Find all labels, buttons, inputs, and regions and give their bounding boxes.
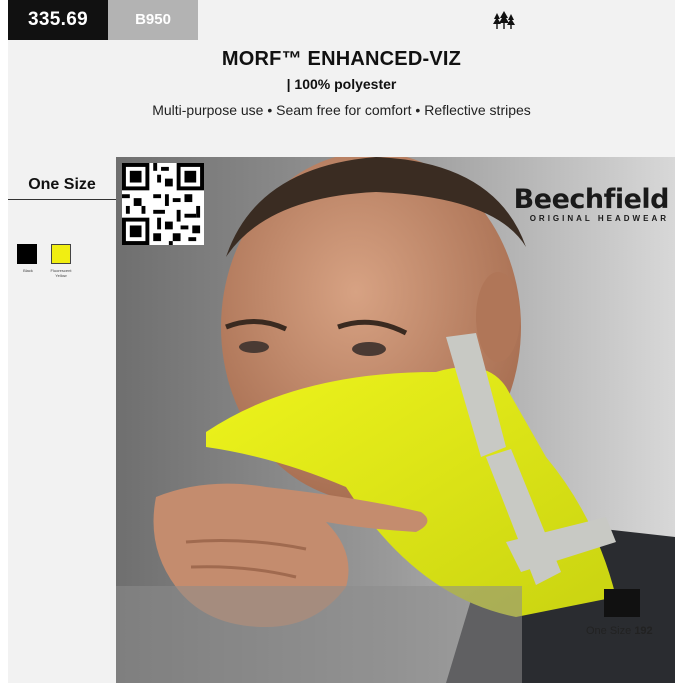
stock-info: One Size 192 <box>586 625 653 637</box>
divider <box>8 199 116 200</box>
size-label: One Size <box>28 176 96 193</box>
swatch-label: Fluorescent Yellow <box>50 268 72 278</box>
product-title: MORF™ ENHANCED-VIZ <box>221 48 462 70</box>
catalog-page: 335.69 B950 MORF™ ENHANCED-VIZ | 100% po… <box>8 0 675 683</box>
stock-size: One Size <box>586 625 632 637</box>
product-material: | 100% polyester <box>286 76 397 92</box>
photo-overlay <box>116 586 522 683</box>
color-swatch-yellow[interactable] <box>51 244 71 264</box>
qr-code[interactable] <box>122 163 204 245</box>
brand-tagline: ORIGINAL HEADWEAR <box>529 214 669 223</box>
product-code: B950 <box>108 0 198 40</box>
stock-qty: 192 <box>634 625 653 637</box>
stock-color-box <box>604 589 640 617</box>
product-features: Multi-purpose use • Seam free for comfor… <box>152 102 531 118</box>
swatch-label: Black <box>23 268 33 273</box>
color-swatch-black[interactable] <box>17 244 37 264</box>
product-photo: Beechfield ORIGINAL HEADWEAR One Size 19… <box>116 157 675 683</box>
top-bar: 335.69 B950 <box>8 0 675 40</box>
brand-name: Beechfield <box>513 184 670 215</box>
price: 335.69 <box>8 0 108 40</box>
tree-icon <box>493 11 515 29</box>
brand-logo: Beechfield ORIGINAL HEADWEAR <box>513 184 670 223</box>
